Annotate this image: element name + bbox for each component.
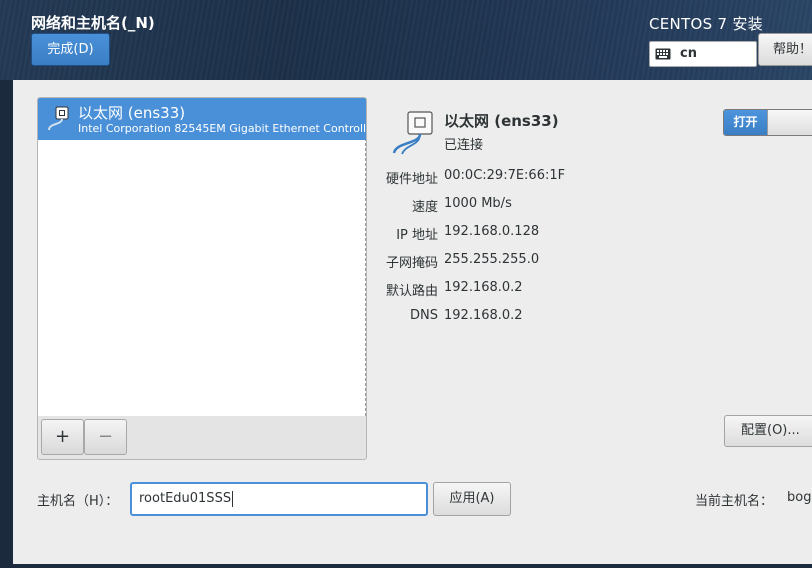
dns-value: 192.168.0.2 bbox=[444, 308, 523, 323]
keyboard-layout-label: cn bbox=[680, 46, 697, 61]
connection-toggle[interactable]: 打开 bbox=[723, 109, 812, 136]
detail-device-name: 以太网 (ens33) bbox=[444, 112, 559, 130]
bottom-edge bbox=[13, 564, 812, 568]
device-list-item[interactable]: 以太网 (ens33) Intel Corporation 82545EM Gi… bbox=[38, 98, 366, 140]
apply-hostname-button[interactable]: 应用(A) bbox=[433, 482, 511, 516]
ip-address-label: IP 地址 bbox=[396, 228, 438, 243]
done-button[interactable]: 完成(D) bbox=[31, 33, 110, 66]
default-route-label: 默认路由 bbox=[385, 284, 438, 299]
keyboard-icon bbox=[655, 48, 671, 60]
device-list-panel: 以太网 (ens33) Intel Corporation 82545EM Gi… bbox=[37, 97, 367, 460]
connection-status: 已连接 bbox=[444, 138, 484, 153]
ethernet-icon bbox=[392, 111, 433, 155]
device-list[interactable]: 以太网 (ens33) Intel Corporation 82545EM Gi… bbox=[38, 98, 366, 416]
hostname-input[interactable]: rootEdu01SSS bbox=[130, 482, 428, 516]
ethernet-icon bbox=[48, 106, 69, 131]
default-route-value: 192.168.0.2 bbox=[444, 280, 523, 295]
toggle-knob[interactable] bbox=[767, 110, 812, 135]
help-button[interactable]: 帮助！ bbox=[758, 33, 812, 66]
current-hostname-label: 当前主机名： bbox=[695, 494, 774, 509]
hw-address-label: 硬件地址 bbox=[385, 172, 438, 187]
product-title: CENTOS 7 安装 bbox=[649, 15, 764, 33]
toggle-on-label: 打开 bbox=[724, 110, 767, 135]
hostname-input-value: rootEdu01SSS bbox=[139, 491, 232, 506]
add-device-button[interactable]: + bbox=[41, 419, 84, 455]
hw-address-value: 00:0C:29:7E:66:1F bbox=[444, 168, 566, 183]
subnet-mask-label: 子网掩码 bbox=[385, 256, 438, 271]
speed-label: 速度 bbox=[411, 200, 438, 215]
spoke-title: 网络和主机名(_N) bbox=[31, 14, 155, 32]
device-description: Intel Corporation 82545EM Gigabit Ethern… bbox=[78, 122, 366, 135]
hostname-label: 主机名（H）： bbox=[37, 494, 119, 509]
keyboard-layout-indicator[interactable]: cn bbox=[649, 41, 757, 67]
current-hostname-value: bogon bbox=[787, 490, 812, 505]
remove-device-button[interactable]: − bbox=[84, 419, 127, 455]
configure-button[interactable]: 配置(O)... bbox=[724, 415, 812, 447]
speed-value: 1000 Mb/s bbox=[444, 196, 512, 211]
ip-address-value: 192.168.0.128 bbox=[444, 224, 540, 239]
text-caret bbox=[232, 490, 234, 507]
subnet-mask-value: 255.255.255.0 bbox=[444, 252, 540, 267]
device-name: 以太网 (ens33) bbox=[78, 104, 186, 122]
dns-label: DNS bbox=[410, 308, 438, 323]
spoke-header: 网络和主机名(_N) 完成(D) CENTOS 7 安装 cn 帮助！ bbox=[0, 0, 812, 80]
